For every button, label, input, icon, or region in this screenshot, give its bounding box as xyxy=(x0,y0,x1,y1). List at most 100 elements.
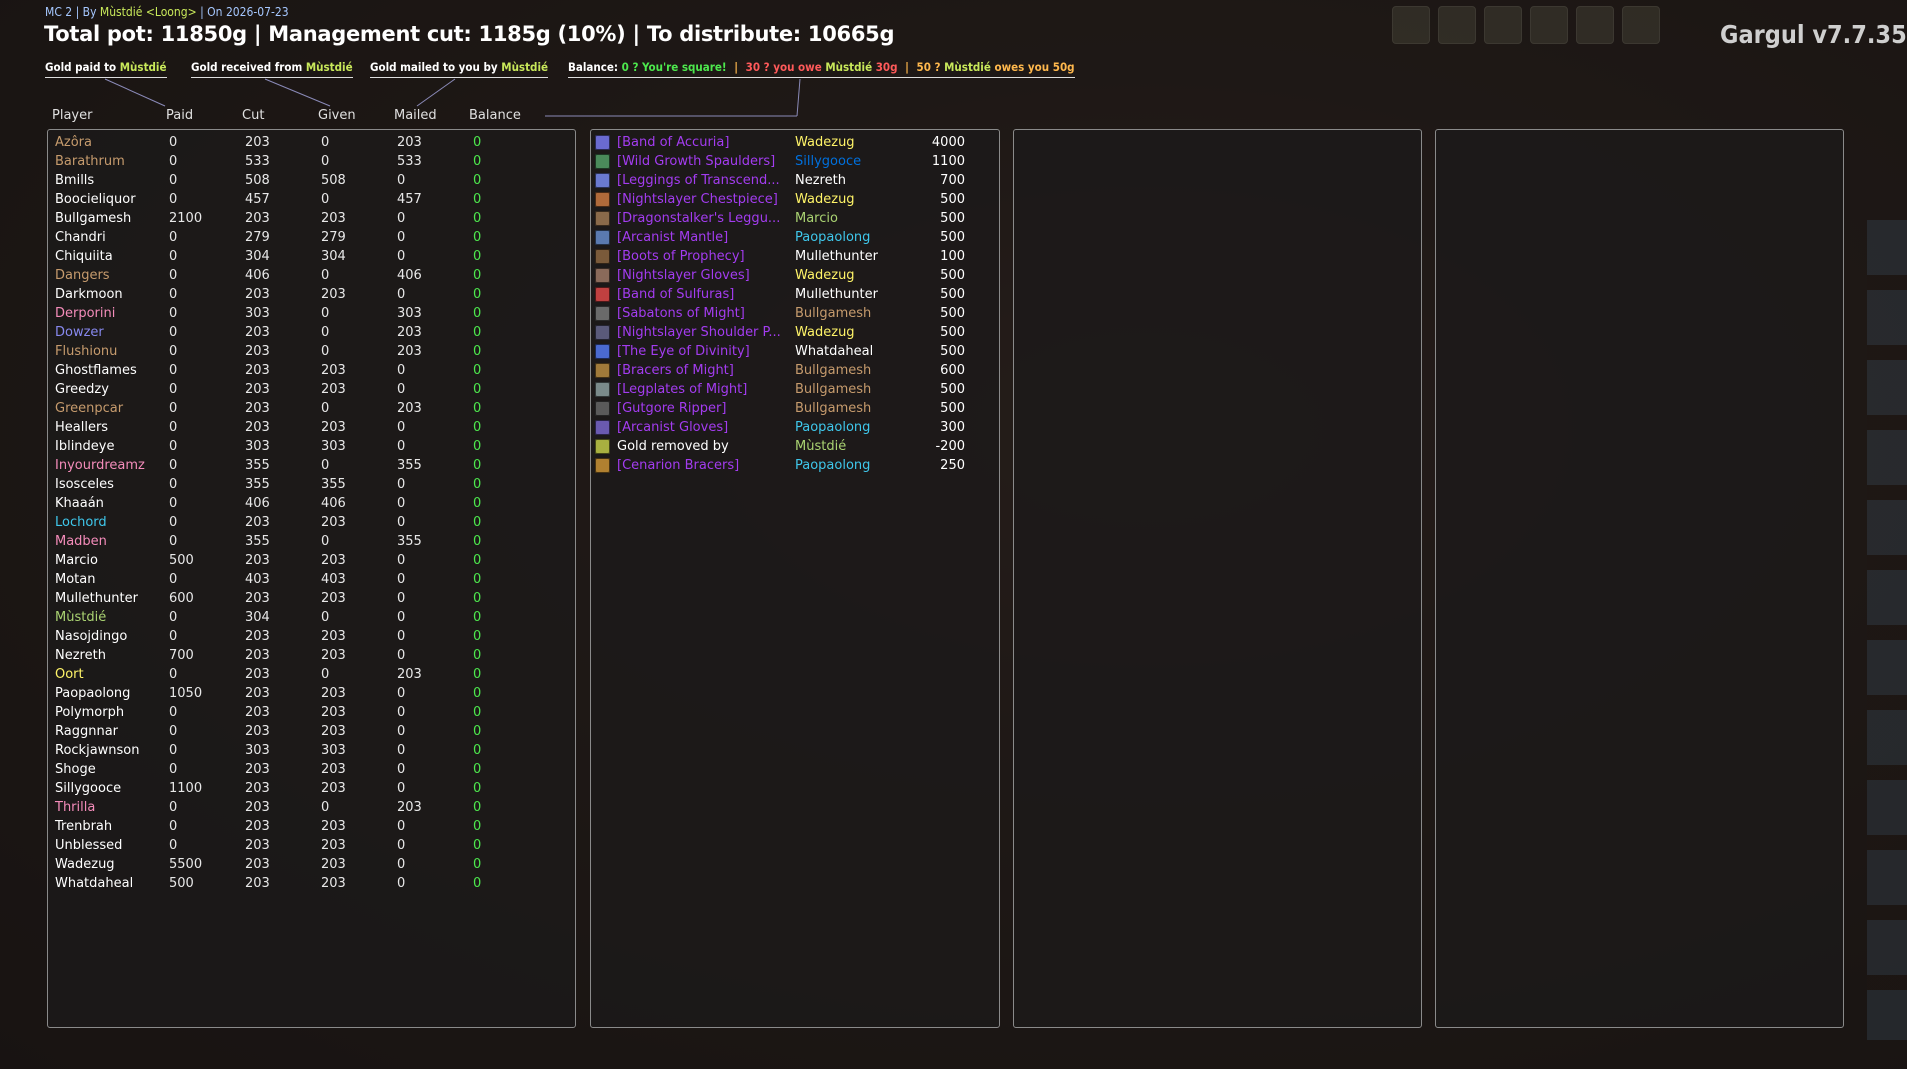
gold-amount: 500 xyxy=(940,230,965,245)
balance-value: 0 xyxy=(473,306,482,321)
item-link[interactable]: [Arcanist Mantle] xyxy=(617,228,789,247)
cut-value: 533 xyxy=(245,154,270,169)
by-label: By xyxy=(82,5,97,19)
cut-value: 203 xyxy=(245,781,270,796)
given-value: 0 xyxy=(321,135,330,150)
item-link[interactable]: [Boots of Prophecy] xyxy=(617,247,789,266)
paid-value: 0 xyxy=(169,705,178,720)
balance-value: 0 xyxy=(473,154,482,169)
loot-row[interactable]: [Boots of Prophecy] Mullethunter 100 xyxy=(591,247,999,266)
paid-value: 0 xyxy=(169,173,178,188)
cut-value: 355 xyxy=(245,534,270,549)
player-name: Greedzy xyxy=(55,382,109,397)
cut-value: 203 xyxy=(245,876,270,891)
player-name: Mùstdié xyxy=(55,610,107,625)
loot-row[interactable]: [Nightslayer Chestpiece] Wadezug 500 xyxy=(591,190,999,209)
item-link[interactable]: [Cenarion Bracers] xyxy=(617,456,789,475)
cut-value: 203 xyxy=(245,819,270,834)
loot-row[interactable]: [Legplates of Might] Bullgamesh 500 xyxy=(591,380,999,399)
legend-owe-amount: 30g xyxy=(875,60,898,74)
paid-value: 0 xyxy=(169,287,178,302)
given-value: 203 xyxy=(321,382,346,397)
loot-row[interactable]: [Arcanist Gloves] Paopaolong 300 xyxy=(591,418,999,437)
player-name: Flushionu xyxy=(55,344,118,359)
item-link[interactable]: [The Eye of Divinity] xyxy=(617,342,789,361)
loot-row[interactable]: Gold removed by Mùstdié -200 xyxy=(591,437,999,456)
loot-row[interactable]: [Band of Sulfuras] Mullethunter 500 xyxy=(591,285,999,304)
mailed-value: 0 xyxy=(397,648,406,663)
item-link[interactable]: [Band of Sulfuras] xyxy=(617,285,789,304)
gold-amount: 300 xyxy=(940,420,965,435)
loot-row[interactable]: [Cenarion Bracers] Paopaolong 250 xyxy=(591,456,999,475)
mailed-value: 0 xyxy=(397,211,406,226)
paid-value: 5500 xyxy=(169,857,203,872)
balance-value: 0 xyxy=(473,629,482,644)
item-link[interactable]: [Dragonstalker's Leggu... xyxy=(617,209,789,228)
cut-value: 203 xyxy=(245,325,270,340)
item-link[interactable]: [Legplates of Might] xyxy=(617,380,789,399)
item-link[interactable]: [Wild Growth Spaulders] xyxy=(617,152,789,171)
player-name: Polymorph xyxy=(55,705,125,720)
winner-name: Bullgamesh xyxy=(795,382,872,397)
legend-received-name: Mùstdié xyxy=(305,60,353,74)
loot-row[interactable]: [Wild Growth Spaulders] Sillygooce 1100 xyxy=(591,152,999,171)
paid-value: 0 xyxy=(169,420,178,435)
balance-value: 0 xyxy=(473,553,482,568)
item-link[interactable]: [Bracers of Might] xyxy=(617,361,789,380)
loot-row[interactable]: [Band of Accuria] Wadezug 4000 xyxy=(591,133,999,152)
loot-row[interactable]: [Leggings of Transcend... Nezreth 700 xyxy=(591,171,999,190)
item-link[interactable]: [Arcanist Gloves] xyxy=(617,418,789,437)
addon-version: Gargul v7.7.35 xyxy=(1720,20,1907,49)
given-value: 203 xyxy=(321,857,346,872)
boots-icon xyxy=(595,306,610,321)
legend-owed-label: 50 ? xyxy=(916,60,941,74)
loot-row[interactable]: [Arcanist Mantle] Paopaolong 500 xyxy=(591,228,999,247)
loot-row[interactable]: [Sabatons of Might] Bullgamesh 500 xyxy=(591,304,999,323)
players-panel[interactable]: Azôra 0 203 0 203 0 Barathrum 0 533 0 533 0 Bmills 0 5… xyxy=(47,129,576,1028)
given-value: 0 xyxy=(321,268,330,283)
empty-panel-3 xyxy=(1013,129,1422,1028)
item-link[interactable]: [Nightslayer Gloves] xyxy=(617,266,789,285)
mailed-value: 203 xyxy=(397,344,422,359)
loot-row[interactable]: [Dragonstalker's Leggu... Marcio 500 xyxy=(591,209,999,228)
given-value: 203 xyxy=(321,724,346,739)
player-name: Unblessed xyxy=(55,838,123,853)
loot-row[interactable]: [Nightslayer Shoulder P... Wadezug 500 xyxy=(591,323,999,342)
winner-name: Mullethunter xyxy=(795,287,878,302)
item-link[interactable]: [Sabatons of Might] xyxy=(617,304,789,323)
loot-row[interactable]: [Bracers of Might] Bullgamesh 600 xyxy=(591,361,999,380)
player-name: Ghostflames xyxy=(55,363,137,378)
col-given[interactable]: Given xyxy=(318,108,356,123)
player-name: Rockjawnson xyxy=(55,743,140,758)
loot-row[interactable]: [The Eye of Divinity] Whatdaheal 500 xyxy=(591,342,999,361)
cut-value: 203 xyxy=(245,401,270,416)
item-link[interactable]: Gold removed by xyxy=(617,437,789,456)
cut-value: 355 xyxy=(245,458,270,473)
loot-row[interactable]: [Gutgore Ripper] Bullgamesh 500 xyxy=(591,399,999,418)
item-link[interactable]: [Gutgore Ripper] xyxy=(617,399,789,418)
winner-name: Wadezug xyxy=(795,135,855,150)
col-balance[interactable]: Balance xyxy=(469,108,521,123)
paid-value: 0 xyxy=(169,249,178,264)
item-link[interactable]: [Leggings of Transcend... xyxy=(617,171,789,190)
col-mailed[interactable]: Mailed xyxy=(394,108,437,123)
cut-value: 203 xyxy=(245,382,270,397)
paid-value: 0 xyxy=(169,629,178,644)
mailed-value: 0 xyxy=(397,876,406,891)
cut-value: 203 xyxy=(245,287,270,302)
col-paid[interactable]: Paid xyxy=(166,108,193,123)
item-link[interactable]: [Band of Accuria] xyxy=(617,133,789,152)
loot-panel[interactable]: [Band of Accuria] Wadezug 4000 [Wild Growth… xyxy=(590,129,1000,1028)
gold-amount: 700 xyxy=(940,173,965,188)
balance-value: 0 xyxy=(473,705,482,720)
col-player[interactable]: Player xyxy=(52,108,92,123)
loot-row[interactable]: [Nightslayer Gloves] Wadezug 500 xyxy=(591,266,999,285)
balance-value: 0 xyxy=(473,325,482,340)
item-link[interactable]: [Nightslayer Shoulder P... xyxy=(617,323,789,342)
player-name: Khaaán xyxy=(55,496,104,511)
mailed-value: 355 xyxy=(397,534,422,549)
item-link[interactable]: [Nightslayer Chestpiece] xyxy=(617,190,789,209)
player-name: Marcio xyxy=(55,553,98,568)
cut-value: 279 xyxy=(245,230,270,245)
col-cut[interactable]: Cut xyxy=(242,108,264,123)
